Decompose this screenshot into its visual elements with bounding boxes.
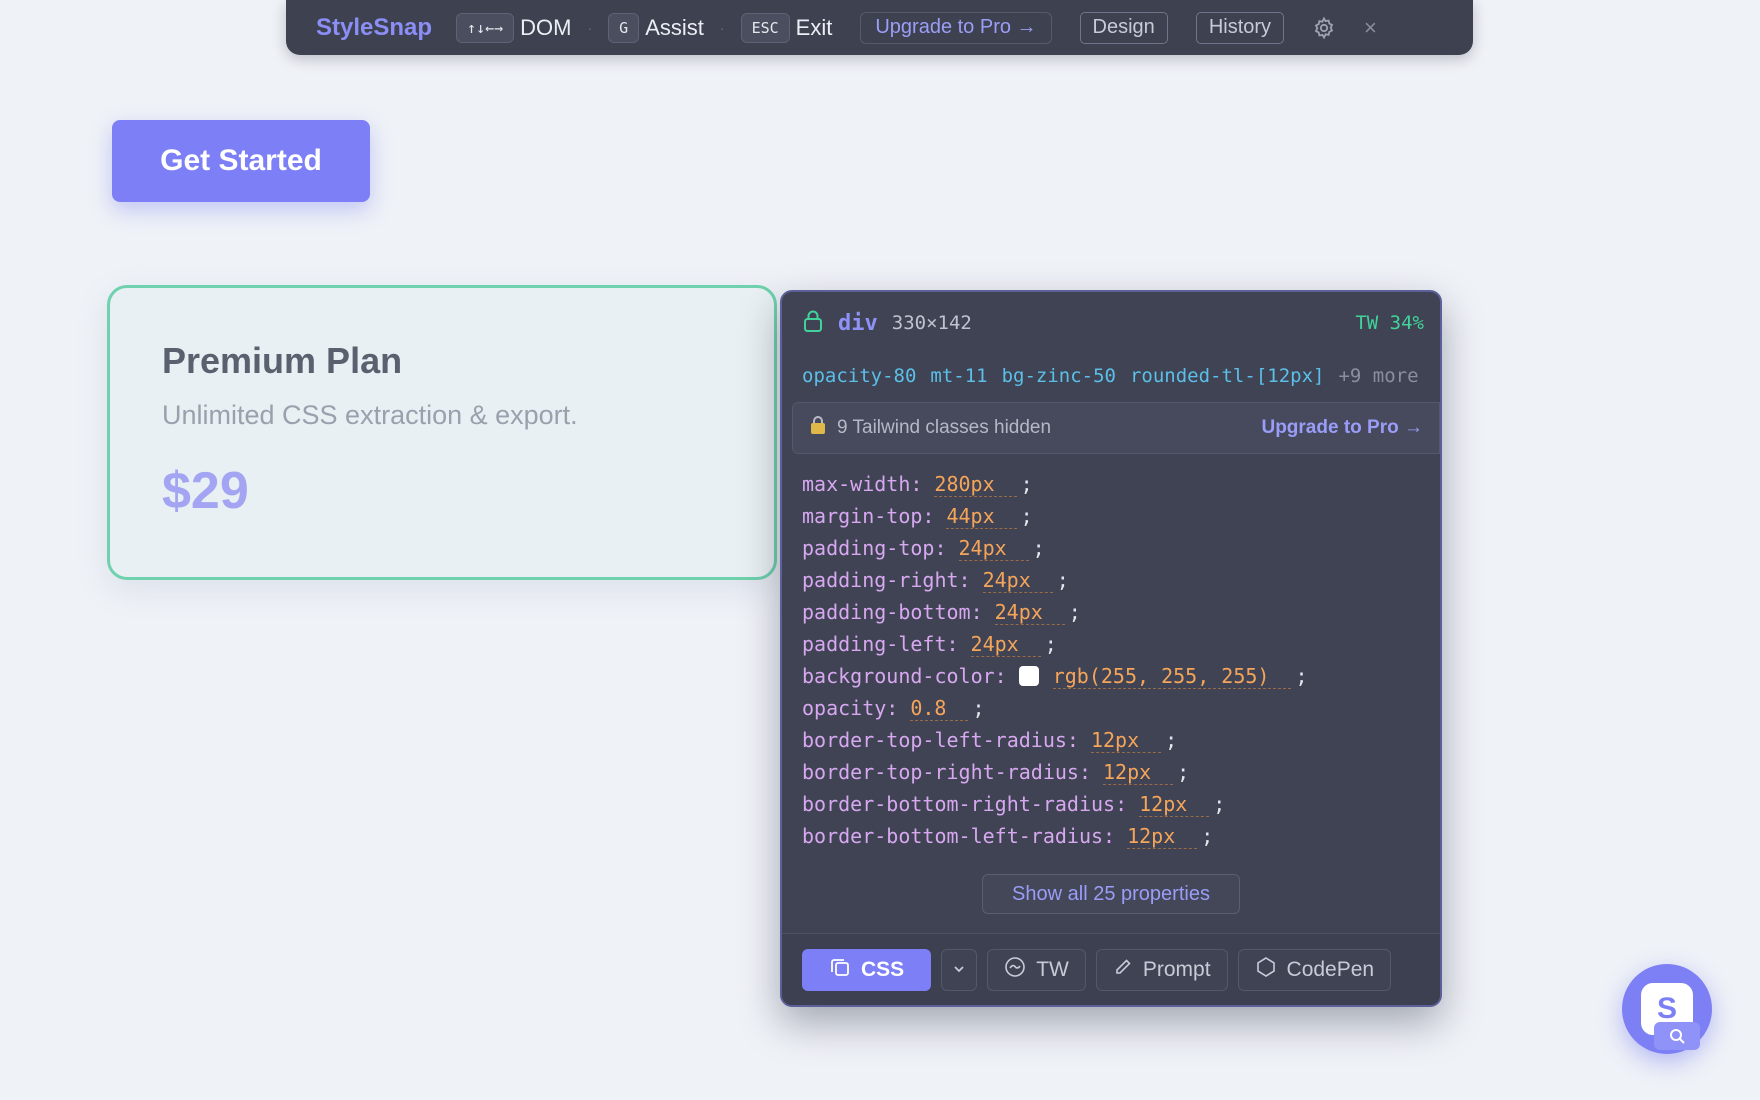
inspector-header: div 330×142 TW 34% bbox=[782, 292, 1440, 354]
color-swatch[interactable] bbox=[1018, 666, 1039, 686]
prompt-label: Prompt bbox=[1142, 957, 1211, 981]
get-started-button[interactable]: Get Started bbox=[112, 120, 370, 202]
property-row[interactable]: background-color: rgb(255, 255, 255); bbox=[802, 660, 1420, 692]
property-value[interactable]: 44px bbox=[946, 504, 1017, 529]
upgrade-to-pro-button[interactable]: Upgrade to Pro → bbox=[860, 11, 1052, 44]
copy-prompt-button[interactable]: Prompt bbox=[1095, 948, 1228, 991]
property-name: padding-right: bbox=[802, 568, 971, 592]
separator-dot: · bbox=[587, 19, 593, 36]
property-value[interactable]: 280px bbox=[934, 472, 1017, 497]
shortcut-dom-label: DOM bbox=[520, 14, 572, 40]
property-name: margin-top: bbox=[802, 504, 935, 528]
shortcut-dom[interactable]: ↑↓←→ DOM bbox=[456, 12, 572, 43]
history-button[interactable]: History bbox=[1195, 11, 1285, 44]
brand-logo: StyleSnap bbox=[316, 13, 433, 41]
show-all-properties-button[interactable]: Show all 25 properties bbox=[982, 874, 1240, 914]
property-value[interactable]: rgb(255, 255, 255) bbox=[1052, 664, 1292, 689]
plan-price: $29 bbox=[162, 462, 249, 520]
class-chip[interactable]: bg-zinc-50 bbox=[1002, 365, 1116, 387]
copy-options-dropdown[interactable] bbox=[941, 948, 978, 991]
design-button[interactable]: Design bbox=[1079, 11, 1168, 44]
shortcut-exit[interactable]: ESC Exit bbox=[740, 12, 833, 43]
property-name: padding-bottom: bbox=[802, 600, 983, 624]
property-value[interactable]: 12px bbox=[1102, 760, 1174, 785]
property-row[interactable]: padding-top: 24px; bbox=[802, 532, 1420, 564]
property-row[interactable]: max-width: 280px; bbox=[802, 468, 1420, 500]
property-name: border-bottom-left-radius: bbox=[802, 824, 1116, 848]
property-row[interactable]: margin-top: 44px; bbox=[802, 500, 1420, 532]
element-tag: div bbox=[838, 310, 878, 336]
copy-icon bbox=[829, 956, 851, 984]
property-value[interactable]: 24px bbox=[982, 568, 1053, 593]
shortcut-assist-label: Assist bbox=[645, 14, 704, 40]
open-codepen-button[interactable]: CodePen bbox=[1237, 948, 1392, 991]
property-name: background-color: bbox=[802, 664, 1007, 688]
lock-icon[interactable] bbox=[802, 309, 824, 338]
more-classes[interactable]: +9 more bbox=[1338, 365, 1418, 387]
search-icon bbox=[1654, 1022, 1700, 1050]
property-value[interactable]: 12px bbox=[1127, 824, 1198, 849]
kbd-g: G bbox=[608, 12, 640, 43]
copy-tailwind-button[interactable]: TW bbox=[987, 948, 1086, 991]
copy-css-button[interactable]: CSS bbox=[802, 948, 932, 991]
stylesnap-launcher-button[interactable]: S bbox=[1622, 964, 1712, 1054]
tailwind-label: TW bbox=[1036, 957, 1069, 981]
gear-icon[interactable] bbox=[1312, 16, 1336, 40]
property-row[interactable]: border-top-left-radius: 12px; bbox=[802, 724, 1420, 756]
property-row[interactable]: padding-left: 24px; bbox=[802, 628, 1420, 660]
property-value[interactable]: 12px bbox=[1139, 792, 1210, 817]
property-name: padding-left: bbox=[802, 632, 959, 656]
kbd-esc: ESC bbox=[740, 12, 790, 43]
codepen-icon bbox=[1255, 956, 1277, 984]
css-properties: max-width: 280px; margin-top: 44px; padd… bbox=[782, 454, 1440, 852]
hidden-upgrade-link[interactable]: Upgrade to Pro → bbox=[1261, 417, 1423, 439]
kbd-arrows: ↑↓←→ bbox=[456, 12, 515, 43]
property-name: opacity: bbox=[802, 696, 899, 720]
codepen-label: CodePen bbox=[1286, 957, 1375, 981]
class-chip[interactable]: mt-11 bbox=[930, 365, 987, 387]
property-row[interactable]: opacity: 0.8; bbox=[802, 692, 1420, 724]
property-name: border-bottom-right-radius: bbox=[802, 792, 1128, 816]
tailwind-icon bbox=[1004, 956, 1026, 984]
class-list: opacity-80 mt-11 bg-zinc-50 rounded-tl-[… bbox=[782, 354, 1440, 398]
property-name: max-width: bbox=[802, 472, 923, 496]
property-row[interactable]: padding-bottom: 24px; bbox=[802, 596, 1420, 628]
shortcut-exit-label: Exit bbox=[795, 14, 833, 40]
hidden-classes-notice: 9 Tailwind classes hidden Upgrade to Pro… bbox=[792, 402, 1440, 454]
property-name: border-top-left-radius: bbox=[802, 728, 1079, 752]
copy-css-label: CSS bbox=[861, 957, 905, 981]
separator-dot: · bbox=[719, 19, 725, 36]
property-value[interactable]: 24px bbox=[958, 536, 1029, 561]
chevron-down-icon bbox=[952, 958, 966, 982]
property-value[interactable]: 24px bbox=[970, 632, 1041, 657]
class-chip[interactable]: rounded-tl-[12px] bbox=[1130, 365, 1324, 387]
plan-title: Premium Plan bbox=[162, 340, 403, 381]
property-row[interactable]: border-bottom-right-radius: 12px; bbox=[802, 788, 1420, 820]
property-row[interactable]: border-bottom-left-radius: 12px; bbox=[802, 820, 1420, 852]
plan-subtitle: Unlimited CSS extraction & export. bbox=[162, 400, 578, 430]
property-value[interactable]: 0.8 bbox=[910, 696, 969, 721]
property-value[interactable]: 12px bbox=[1090, 728, 1162, 753]
property-name: padding-top: bbox=[802, 536, 947, 560]
property-name: border-top-right-radius: bbox=[802, 760, 1091, 784]
shortcut-assist[interactable]: G Assist bbox=[608, 12, 704, 43]
tailwind-score: TW 34% bbox=[1355, 312, 1424, 334]
property-row[interactable]: border-top-right-radius: 12px; bbox=[802, 756, 1420, 788]
inspector-panel: div 330×142 TW 34% opacity-80 mt-11 bg-z… bbox=[780, 290, 1442, 1007]
property-row[interactable]: padding-right: 24px; bbox=[802, 564, 1420, 596]
property-value[interactable]: 24px bbox=[994, 600, 1065, 625]
class-chip[interactable]: opacity-80 bbox=[802, 365, 916, 387]
padlock-icon bbox=[809, 415, 827, 441]
close-icon[interactable]: × bbox=[1364, 15, 1377, 41]
hidden-classes-text: 9 Tailwind classes hidden bbox=[837, 417, 1052, 438]
inspector-footer: CSS TW Prompt CodePen bbox=[782, 933, 1440, 1005]
stylesnap-toolbar: StyleSnap ↑↓←→ DOM · G Assist · ESC Exit… bbox=[286, 0, 1473, 55]
element-dimensions: 330×142 bbox=[891, 312, 972, 334]
pencil-icon bbox=[1113, 957, 1133, 983]
premium-plan-card[interactable]: Premium Plan Unlimited CSS extraction & … bbox=[107, 285, 777, 580]
